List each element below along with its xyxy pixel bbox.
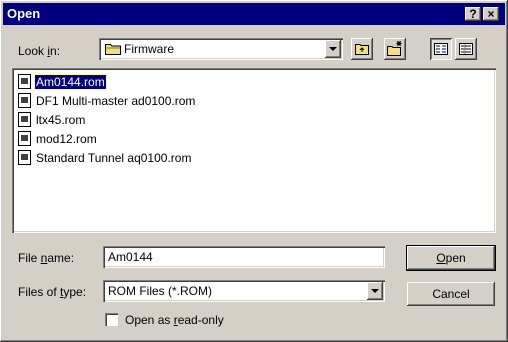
rom-file-icon [18,112,31,128]
list-view-icon [434,43,448,55]
up-folder-icon [355,44,369,55]
file-name-value: Am0144 [108,250,153,264]
file-name-label: File name: [18,251,75,265]
read-only-checkbox[interactable] [105,313,118,326]
details-view-icon [459,43,473,55]
file-name-field[interactable]: Am0144 [103,246,385,268]
rom-file-icon [18,131,31,147]
look-in-label: Look in: [18,44,61,58]
close-button[interactable]: × [483,7,499,21]
rom-file-icon [18,74,31,90]
file-type-label: Files of type: [18,285,87,299]
file-item[interactable]: ltx45.rom [18,112,86,130]
look-in-dropdown-arrow[interactable] [325,40,341,58]
file-item[interactable]: mod12.rom [18,131,98,149]
file-item[interactable]: DF1 Multi-master ad0100.rom [18,93,196,111]
look-in-value: Firmware [105,42,174,56]
up-one-level-button[interactable] [351,38,373,60]
open-dialog: Open ? × Look in: Firmware Am0144.rom DF… [0,0,508,342]
title-bar[interactable]: Open ? × [3,3,505,25]
cancel-button[interactable]: Cancel [407,282,495,306]
rom-file-icon [18,150,31,166]
new-folder-icon [387,41,402,56]
rom-file-icon [18,93,31,109]
new-folder-button[interactable] [384,38,406,60]
file-item[interactable]: Am0144.rom [18,73,107,92]
look-in-dropdown[interactable]: Firmware [99,38,343,60]
list-view-button[interactable] [430,38,452,60]
window-title: Open [7,6,41,21]
file-list[interactable]: Am0144.rom DF1 Multi-master ad0100.rom l… [12,68,496,233]
open-button[interactable]: Open [406,245,496,271]
file-item[interactable]: Standard Tunnel aq0100.rom [18,150,192,168]
details-view-button[interactable] [455,38,477,60]
read-only-label[interactable]: Open as read-only [125,313,224,327]
help-button[interactable]: ? [465,7,481,21]
folder-icon [105,44,121,55]
file-type-dropdown[interactable]: ROM Files (*.ROM) [103,280,385,302]
file-type-dropdown-arrow[interactable] [367,282,383,300]
file-type-value: ROM Files (*.ROM) [108,284,212,298]
